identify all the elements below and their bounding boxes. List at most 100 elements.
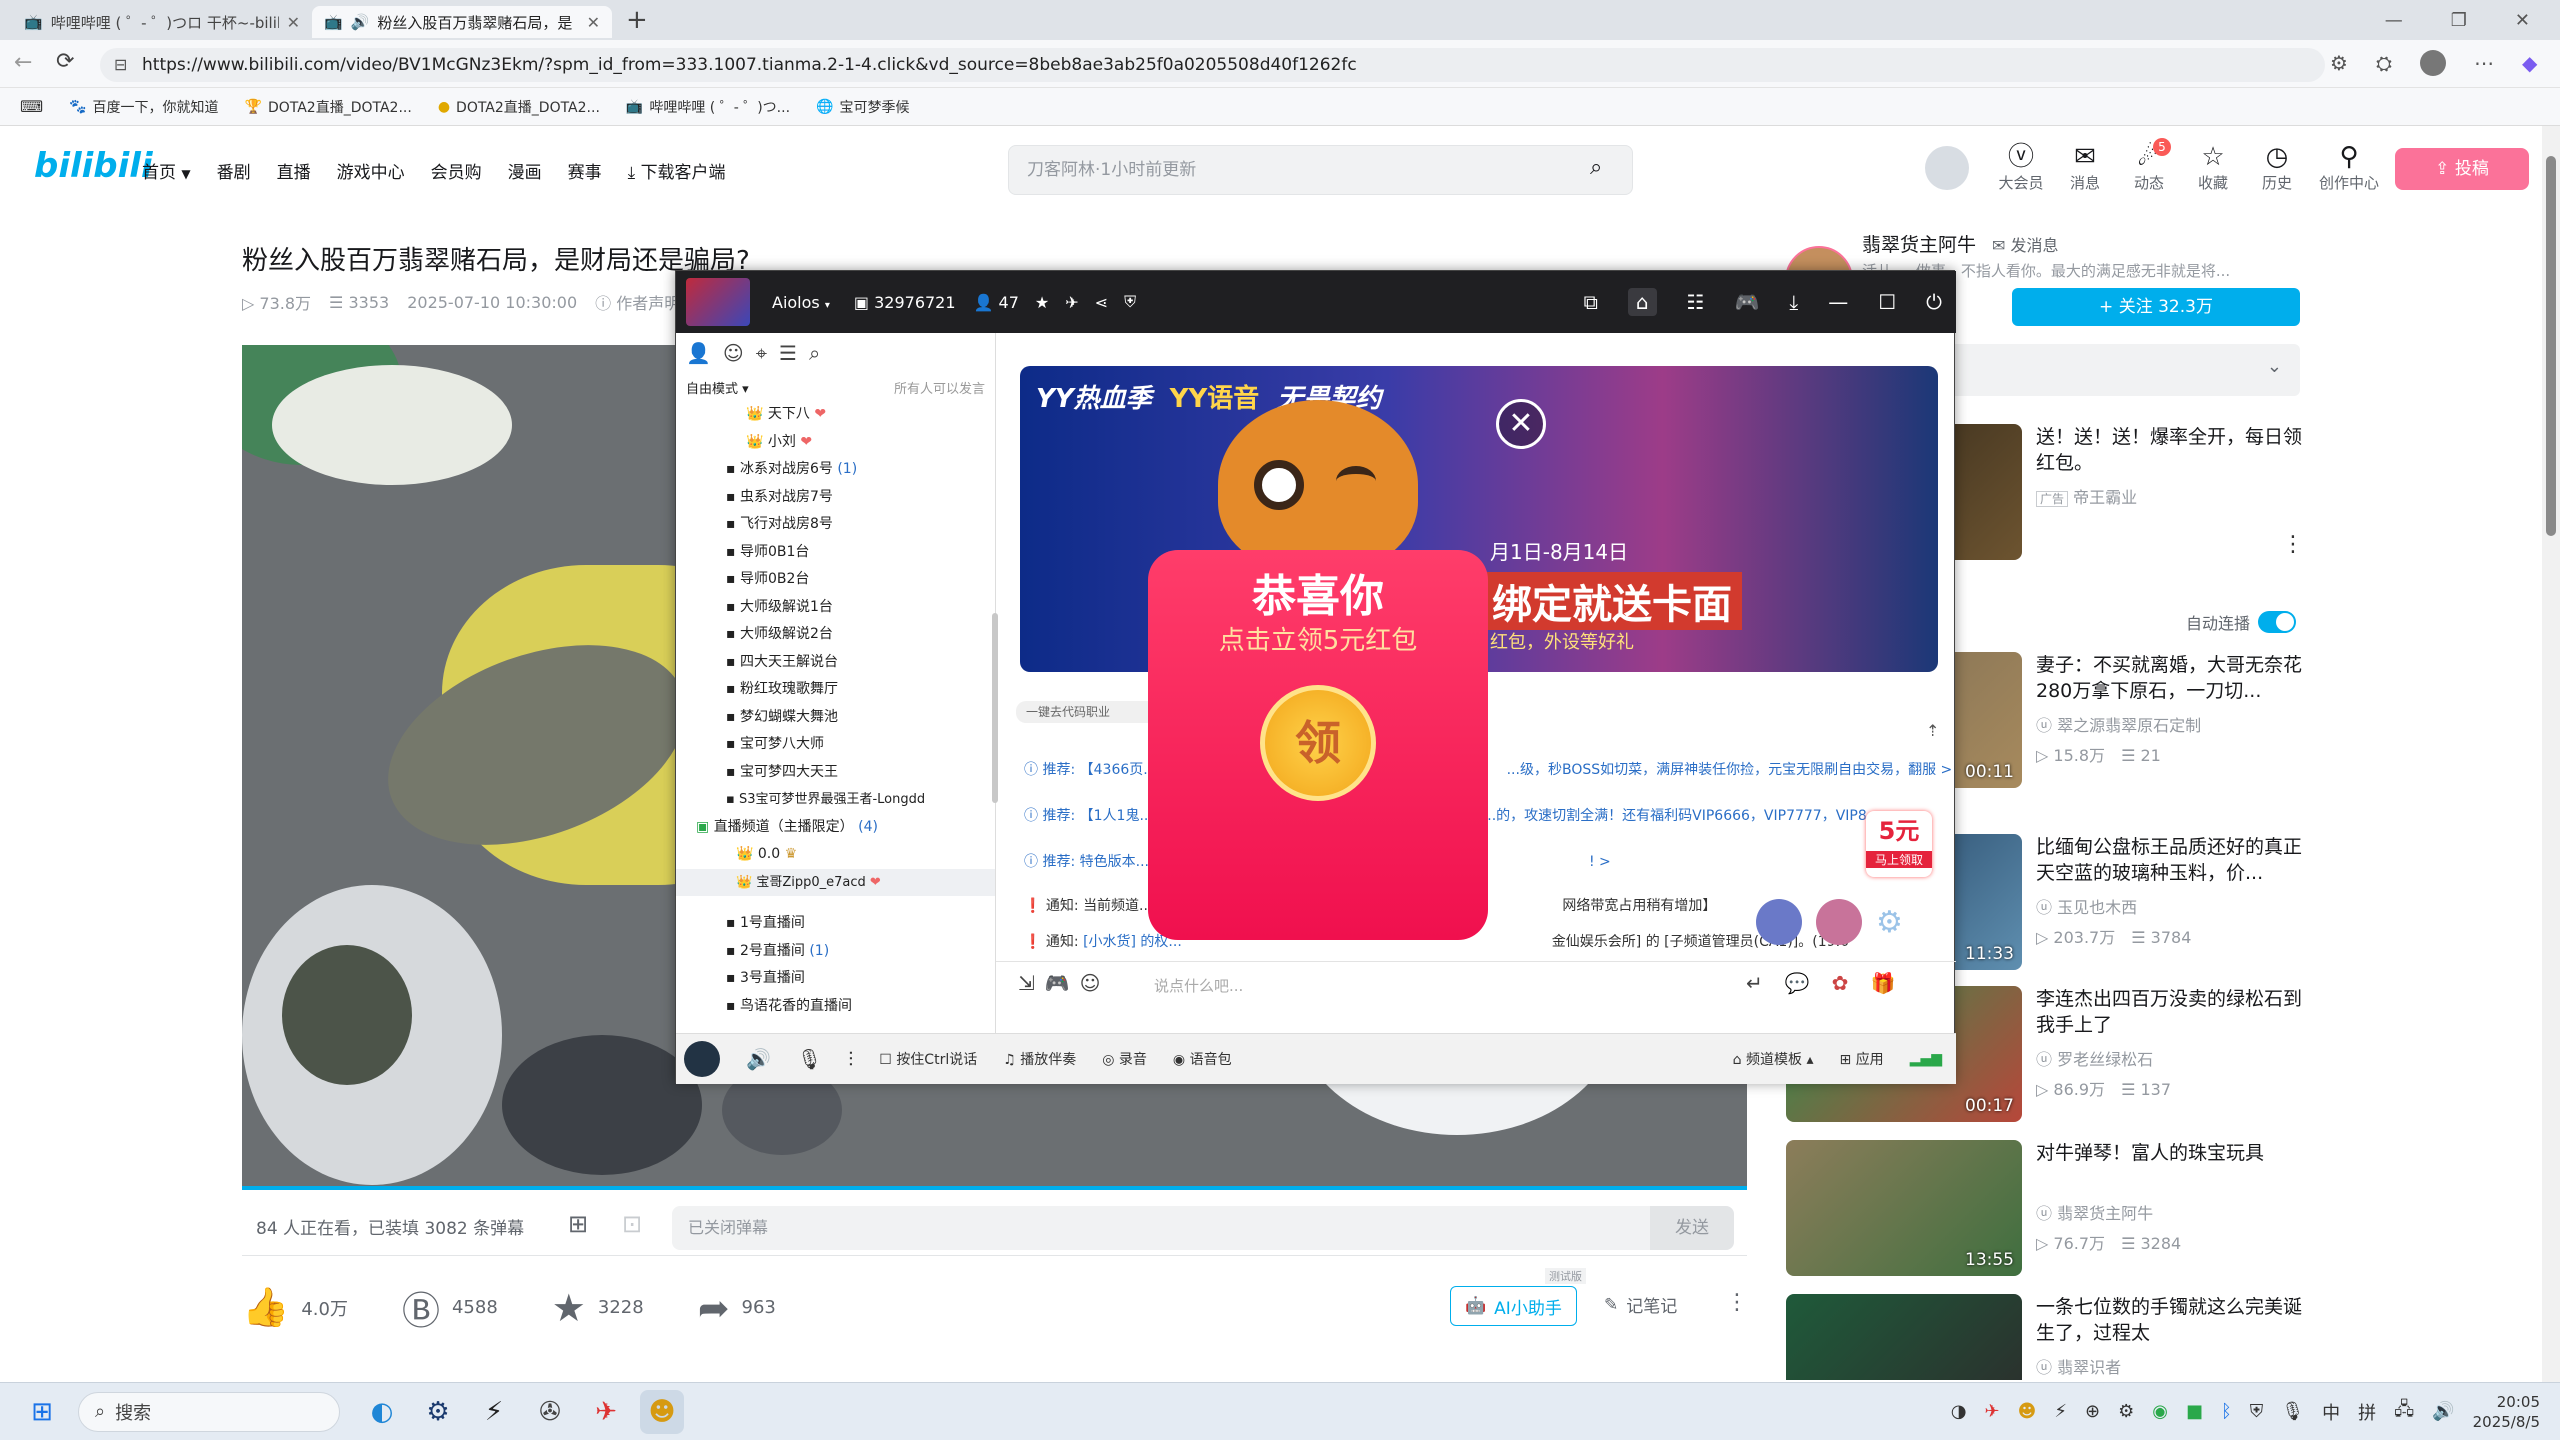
tab-current-video[interactable]: 📺 🔊 粉丝入股百万翡翠赌石局，是 ✕ [312, 6, 612, 38]
flower-icon[interactable]: ✿ [1832, 971, 1849, 995]
tray-app-icon[interactable]: ⊕ [2085, 1401, 2100, 1422]
record-button[interactable]: ◎ 录音 [1102, 1049, 1147, 1069]
steam-icon[interactable]: ⚙ [416, 1390, 460, 1434]
danmaku-settings-icon[interactable]: ⊡ [622, 1210, 642, 1238]
danmaku-input[interactable]: 已关闭弹幕 [672, 1206, 1650, 1250]
share-button[interactable]: ➦ 963 [698, 1286, 776, 1330]
home-icon[interactable]: ⌂ [1627, 288, 1657, 316]
edge-browser-icon[interactable]: ◐ [360, 1390, 404, 1434]
danmaku-send-button[interactable]: 发送 [1650, 1206, 1734, 1250]
more-icon[interactable]: ⋮ [2282, 532, 2304, 557]
gamepad-icon[interactable]: 🎮 [1734, 290, 1759, 314]
speaker-icon[interactable]: 🔊 [351, 13, 370, 31]
ai-assistant-button[interactable]: 🤖 AI小助手 [1450, 1286, 1577, 1326]
star-icon[interactable]: ★ [1035, 293, 1049, 312]
gamepad-icon[interactable]: 🎮 [1045, 971, 1070, 995]
chat-input[interactable]: 说点什么吧... [1154, 975, 1243, 996]
minimize-icon[interactable]: — [2385, 10, 2403, 31]
search-icon[interactable]: ⌕ [1590, 155, 1602, 180]
settings-gear-icon[interactable]: ⚙ [1876, 905, 1903, 940]
bookmark-pokemon[interactable]: 🌐 宝可梦季候 [816, 97, 909, 117]
history-button[interactable]: ◷ 历史 [2245, 142, 2309, 193]
extension-icon[interactable]: ⛭ [2376, 51, 2392, 75]
live-room[interactable]: ▪ 3号直播间 [676, 965, 995, 993]
copilot-icon[interactable]: ◆ [2522, 51, 2537, 75]
notes-button[interactable]: ✎ 记笔记 [1604, 1292, 1677, 1318]
upload-button[interactable]: ⇪ 投稿 [2395, 148, 2529, 190]
yy-username[interactable]: Aiolos ▾ [772, 293, 830, 312]
tray-app-icon[interactable]: ✈ [1984, 1401, 1999, 1422]
progress-bar[interactable] [242, 1186, 1747, 1190]
close-icon[interactable]: ✕ [287, 13, 300, 32]
live-room[interactable]: ▪ 2号直播间 (1) [676, 938, 995, 966]
dynamics-button[interactable]: ☄ 动态 5 [2117, 138, 2181, 193]
channel-item[interactable]: ▪ 导师0B1台 [676, 539, 995, 567]
share-icon[interactable]: ⋖ [1095, 293, 1108, 312]
apps-button[interactable]: ⊞ 应用 [1840, 1049, 1884, 1069]
gift-icon[interactable]: 🎁 [1870, 971, 1895, 995]
nav-home[interactable]: 首页 ▼ [142, 158, 191, 183]
tray-app-icon[interactable]: ⚡ [2054, 1401, 2067, 1422]
uploader-name[interactable]: 翡翠货主阿牛 [1862, 230, 1976, 257]
red-envelope-popup[interactable]: 恭喜你 点击立领5元红包 领 [1148, 400, 1488, 960]
power-icon[interactable]: ⏻ [1926, 290, 1942, 314]
close-popup-button[interactable]: ✕ [1496, 399, 1546, 449]
mode-dropdown[interactable]: 自由模式 ▾ [686, 378, 749, 397]
channel-item[interactable]: ▪ 导师0B2台 [676, 566, 995, 594]
ime-mode[interactable]: 中 [2322, 1399, 2340, 1425]
like-button[interactable]: 👍 4.0万 [242, 1285, 348, 1330]
vip-icon-button[interactable]: ⓥ 大会员 [1989, 142, 2053, 193]
tab-search-icon[interactable]: ⌨ [20, 97, 43, 116]
nav-manga[interactable]: 漫画 [508, 158, 542, 183]
side-redpack-button[interactable]: 5元 马上领取 [1866, 811, 1932, 877]
channel-item[interactable]: ▪ S3宝可梦世界最强王者-Longdd [676, 786, 995, 814]
taskbar-search[interactable]: ⌕ 搜索 [78, 1391, 340, 1432]
channel-template-button[interactable]: ⌂ 频道模板 ▴ [1733, 1049, 1814, 1069]
rec-title[interactable]: 妻子：不买就离婚，大哥无奈花280万拿下原石，一刀切... [2036, 652, 2306, 704]
channel-item[interactable]: ▪ 粉红玫瑰歌舞厅 [676, 676, 995, 704]
new-tab-button[interactable]: + [626, 5, 648, 35]
bluetooth-icon[interactable]: ᛒ [2221, 1401, 2232, 1422]
rec-title[interactable]: 送！送！送！爆率全开，每日领红包。 [2036, 424, 2306, 476]
rec-title[interactable]: 一条七位数的手镯就这么完美诞生了，过程太 [2036, 1294, 2306, 1346]
autoplay-switch[interactable] [2258, 611, 2297, 633]
equalizer-icon[interactable]: ⫶ [848, 1047, 853, 1071]
avatar[interactable] [684, 1041, 720, 1077]
network-icon[interactable]: 🖧 [2394, 1397, 2414, 1427]
site-info-icon[interactable]: ⊟ [114, 48, 127, 82]
ptt-toggle[interactable]: ☐ 按住Ctrl说话 [879, 1049, 977, 1069]
contacts-icon[interactable]: 👤 [686, 341, 711, 365]
plane-icon[interactable]: ✈ [1065, 293, 1078, 312]
start-menu-icon[interactable]: ⊞ [20, 1390, 64, 1434]
live-channel-group[interactable]: ▣ 直播频道（主播限定） (4) [676, 814, 995, 842]
page-scrollbar[interactable] [2542, 126, 2560, 1382]
security-icon[interactable]: ⛨ [2250, 1401, 2264, 1422]
chat-icon[interactable]: ☺ [723, 341, 744, 365]
maximize-icon[interactable]: ☐ [1878, 290, 1896, 314]
channel-item[interactable]: ▪ 飞行对战房8号 [676, 511, 995, 539]
url-bar[interactable]: ⊟ https://www.bilibili.com/video/BV1McGN… [100, 48, 2325, 82]
steam-tray-icon[interactable]: ⚙ [2118, 1401, 2134, 1422]
channel-user[interactable]: 👑 天下八 ❤ [676, 401, 995, 429]
channel-item[interactable]: ▪ 宝可梦四大天王 [676, 759, 995, 787]
more-menu-icon[interactable]: ⋯ [2474, 51, 2494, 75]
chat-bubble-icon[interactable]: 💬 [1785, 971, 1810, 995]
yy-app-icon[interactable]: ☻ [640, 1389, 684, 1434]
voice-pack-button[interactable]: ◉ 语音包 [1173, 1049, 1232, 1069]
rec-author[interactable]: ⓤ 罗老丝绿松石 [2036, 1046, 2153, 1070]
location-icon[interactable]: ⌖ [756, 341, 767, 365]
avatar[interactable] [1756, 899, 1802, 945]
red-app-icon[interactable]: ✈ [584, 1390, 628, 1434]
lightning-app-icon[interactable]: ⚡ [472, 1390, 516, 1434]
rec-title[interactable]: 对牛弹琴！富人的珠宝玩具 [2036, 1140, 2306, 1166]
channel-item[interactable]: ▪ 冰系对战房6号 (1) [676, 456, 995, 484]
header-avatar[interactable] [1925, 145, 1969, 190]
tray-app-icon[interactable]: ☻ [2018, 1401, 2037, 1422]
bookmark-baidu[interactable]: 🐾 百度一下，你就知道 [69, 97, 218, 117]
restore-icon[interactable]: ❐ [2451, 10, 2467, 31]
clock[interactable]: 20:05 2025/8/5 [2473, 1392, 2540, 1432]
rec-author[interactable]: ⓤ 翡翠识者 [2036, 1354, 2121, 1378]
bookmark-dota2-b[interactable]: ● DOTA2直播_DOTA2... [438, 97, 600, 117]
accompaniment-button[interactable]: ♫ 播放伴奏 [1003, 1049, 1076, 1069]
enter-icon[interactable]: ↵ [1746, 971, 1763, 995]
